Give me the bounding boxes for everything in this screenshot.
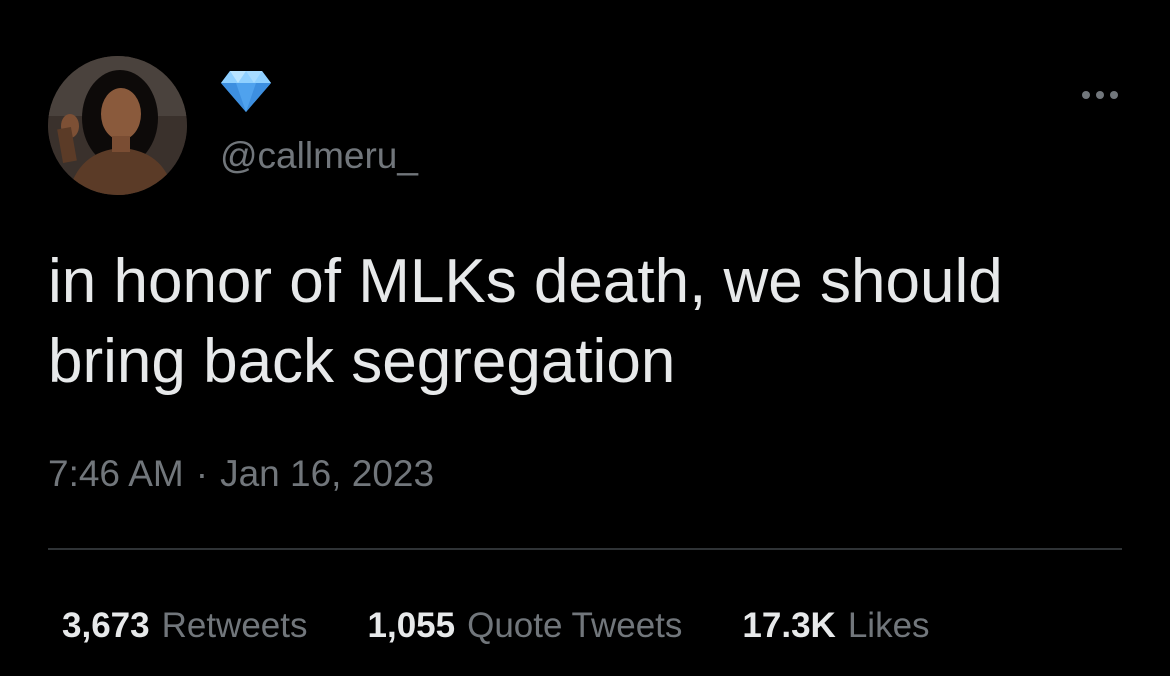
- retweets-count: 3,673: [62, 606, 150, 645]
- quote-tweets-label: Quote Tweets: [467, 606, 683, 645]
- more-dot: [1110, 91, 1118, 99]
- retweets-label: Retweets: [161, 606, 308, 645]
- likes-stat[interactable]: 17.3K Likes: [742, 602, 929, 650]
- tweet-time: 7:46 AM: [48, 453, 184, 494]
- display-name[interactable]: [220, 68, 272, 114]
- tweet-stats: 3,673 Retweets 1,055 Quote Tweets 17.3K …: [62, 602, 930, 650]
- retweets-stat[interactable]: 3,673 Retweets: [62, 602, 308, 650]
- divider: [48, 548, 1122, 550]
- author-handle[interactable]: @callmeru_: [220, 133, 418, 179]
- more-horizontal-icon: [1082, 91, 1090, 99]
- tweet-timestamp[interactable]: 7:46 AM · Jan 16, 2023: [48, 450, 434, 498]
- more-options-button[interactable]: [1072, 80, 1128, 110]
- tweet-text: in honor of MLKs death, we should bring …: [48, 247, 1003, 396]
- quote-tweets-stat[interactable]: 1,055 Quote Tweets: [368, 602, 683, 650]
- avatar[interactable]: [48, 56, 187, 195]
- tweet-date: Jan 16, 2023: [220, 453, 435, 494]
- gem-icon: [221, 71, 271, 112]
- quote-tweets-count: 1,055: [367, 606, 456, 645]
- likes-count: 17.3K: [742, 606, 836, 645]
- likes-label: Likes: [847, 606, 930, 645]
- meta-separator: ·: [195, 453, 209, 494]
- more-dot: [1096, 91, 1104, 99]
